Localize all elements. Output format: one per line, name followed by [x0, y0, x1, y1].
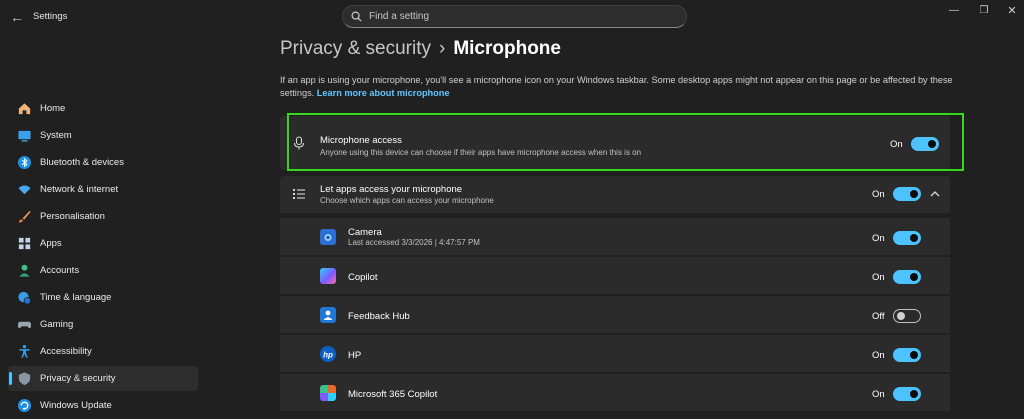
sidebar-item-time-language[interactable]: Time & language [8, 285, 198, 310]
system-icon [18, 130, 31, 142]
sidebar-item-label: Gaming [40, 319, 74, 330]
brush-icon [18, 210, 31, 223]
search-box[interactable] [342, 5, 687, 28]
m365-copilot-icon [320, 385, 336, 401]
sidebar-item-bluetooth[interactable]: Bluetooth & devices [8, 150, 198, 175]
toggle-knob [910, 351, 918, 359]
restore-icon[interactable]: ❐ [975, 4, 993, 18]
apps-access-title: Let apps access your microphone [320, 184, 463, 195]
sidebar-item-label: Apps [40, 238, 62, 249]
apps-access-toggle[interactable] [893, 187, 921, 201]
apps-access-subtitle: Choose which apps can access your microp… [320, 196, 494, 205]
sidebar-item-label: Bluetooth & devices [40, 157, 124, 168]
app-name: HP [348, 350, 362, 361]
sidebar-item-label: Time & language [40, 292, 112, 303]
sidebar-item-apps[interactable]: Apps [8, 231, 198, 256]
app-name: Microsoft 365 Copilot [348, 389, 438, 400]
sidebar-item-label: Accessibility [40, 346, 92, 357]
apps-access-card[interactable]: Let apps access your microphone Choose w… [280, 176, 950, 213]
toggle-knob [910, 234, 918, 242]
breadcrumb-separator: › [438, 38, 446, 59]
person-icon [19, 264, 30, 277]
m365-copilot-toggle[interactable] [893, 387, 921, 401]
apps-icon [18, 237, 31, 250]
app-state: On [872, 233, 885, 244]
sidebar-item-accessibility[interactable]: Accessibility [8, 339, 198, 364]
toggle-knob [910, 273, 918, 281]
sidebar-item-label: Home [40, 103, 66, 114]
update-icon [17, 398, 32, 413]
sidebar-item-home[interactable]: Home [8, 96, 198, 121]
search-icon [351, 11, 362, 22]
sidebar-item-network[interactable]: Network & internet [8, 177, 198, 202]
hp-toggle[interactable] [893, 348, 921, 362]
app-state: On [872, 350, 885, 361]
home-icon [18, 103, 31, 115]
app-row-hp: hp HP On [280, 334, 950, 372]
app-name: Camera [348, 227, 382, 238]
app-row-feedback-hub: Feedback Hub Off [280, 295, 950, 333]
app-row-camera: Camera Last accessed 3/3/2026 | 4:47:57 … [280, 217, 950, 255]
breadcrumb: Privacy & security › Microphone [280, 38, 561, 60]
sidebar-item-label: Privacy & security [40, 373, 116, 384]
app-state: On [872, 389, 885, 400]
app-name: Copilot [348, 272, 378, 283]
title-bar: ← Settings — ❐ ✕ [0, 0, 1024, 34]
sidebar-item-system[interactable]: System [8, 123, 198, 148]
sidebar-item-windows-update[interactable]: Windows Update [8, 393, 198, 418]
globe-clock-icon [18, 291, 31, 305]
app-row-copilot: Copilot On [280, 256, 950, 294]
app-name: Feedback Hub [348, 311, 410, 322]
toggle-knob [897, 312, 905, 320]
highlight-box [287, 113, 964, 171]
copilot-app-icon [320, 268, 336, 284]
app-title: Settings [33, 11, 68, 22]
bluetooth-icon [17, 155, 32, 170]
page-title: Microphone [453, 38, 561, 59]
wifi-icon [18, 185, 31, 195]
sidebar-item-label: Personalisation [40, 211, 105, 222]
toggle-knob [910, 390, 918, 398]
sidebar-item-label: Network & internet [40, 184, 119, 195]
close-icon[interactable]: ✕ [1003, 4, 1021, 18]
minimize-icon[interactable]: — [945, 4, 963, 18]
sidebar-item-privacy-security[interactable]: Privacy & security [8, 366, 198, 391]
hp-app-icon: hp [320, 346, 336, 362]
sidebar-item-personalisation[interactable]: Personalisation [8, 204, 198, 229]
sidebar-item-accounts[interactable]: Accounts [8, 258, 198, 283]
feedback-hub-toggle[interactable] [893, 309, 921, 323]
search-input[interactable] [369, 8, 669, 25]
app-last-accessed: Last accessed 3/3/2026 | 4:47:57 PM [348, 238, 480, 247]
app-row-m365-copilot: Microsoft 365 Copilot On [280, 373, 950, 411]
sidebar-item-label: System [40, 130, 72, 141]
sidebar-item-label: Accounts [40, 265, 80, 276]
camera-app-icon [320, 229, 336, 245]
app-state: Off [872, 311, 885, 322]
gamepad-icon [17, 321, 32, 329]
apps-access-state: On [872, 189, 885, 200]
learn-more-link[interactable]: Learn more about microphone [317, 88, 450, 98]
accessibility-icon [19, 344, 30, 358]
camera-toggle[interactable] [893, 231, 921, 245]
chevron-up-icon[interactable] [930, 190, 940, 198]
copilot-toggle[interactable] [893, 270, 921, 284]
shield-icon [18, 372, 31, 386]
svg-text:hp: hp [323, 351, 333, 360]
breadcrumb-parent[interactable]: Privacy & security [280, 38, 431, 59]
feedback-hub-icon [320, 307, 336, 323]
toggle-knob [910, 190, 918, 198]
active-indicator [9, 372, 12, 385]
sidebar-item-gaming[interactable]: Gaming [8, 312, 198, 337]
sidebar-item-label: Windows Update [40, 400, 112, 411]
back-arrow-icon[interactable]: ← [8, 8, 26, 26]
app-state: On [872, 272, 885, 283]
page-description: If an app is using your microphone, you'… [280, 74, 960, 100]
list-icon [293, 189, 305, 199]
